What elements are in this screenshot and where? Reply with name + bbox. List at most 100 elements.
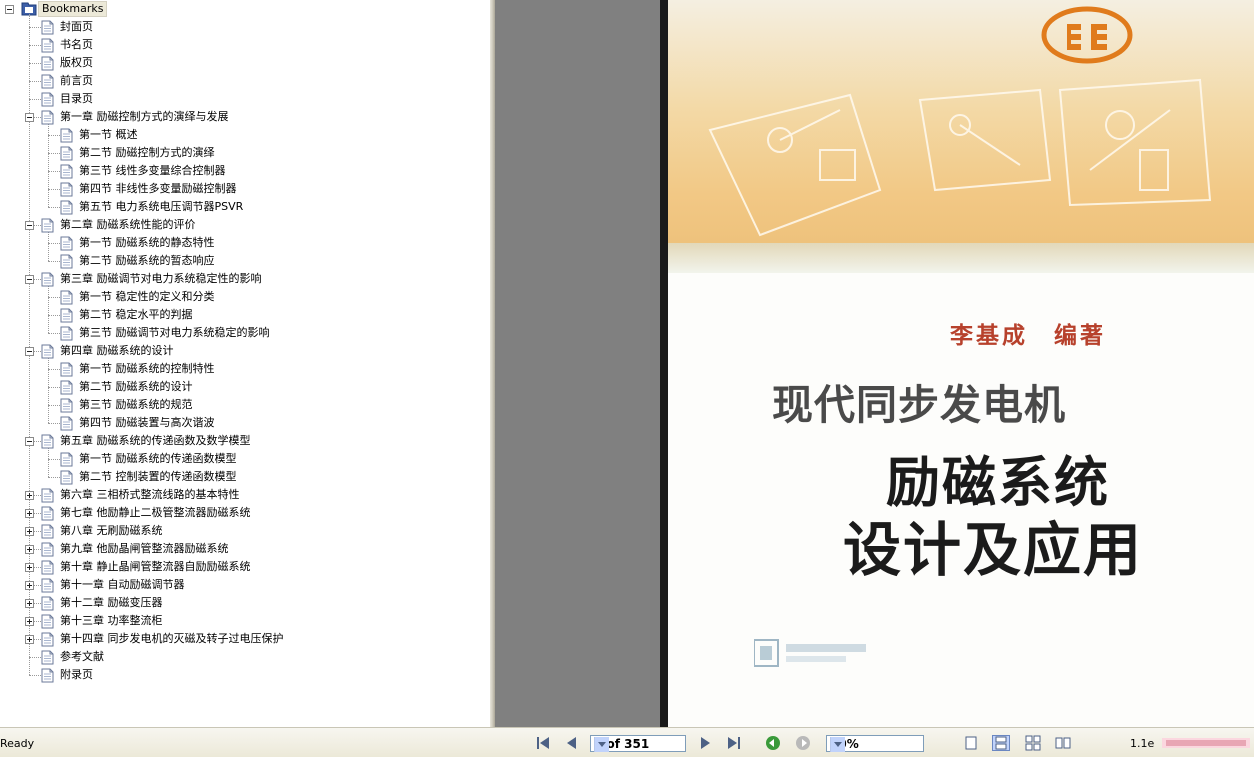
bookmark-label: 第十二章 励磁变压器 (60, 596, 163, 609)
bookmark-item[interactable]: 封面页 (0, 18, 490, 36)
bookmark-item[interactable]: 第九章 他励晶闸管整流器励磁系统 (0, 540, 490, 558)
bookmark-item[interactable]: 第一章 励磁控制方式的演绎与发展 (0, 108, 490, 126)
first-page-icon[interactable] (534, 735, 552, 751)
page-icon (60, 236, 73, 251)
last-page-icon[interactable] (725, 735, 743, 751)
page-icon (60, 326, 73, 341)
bookmark-item[interactable]: 第二节 稳定水平的判据 (0, 306, 490, 324)
bookmark-item[interactable]: 第四节 非线性多变量励磁控制器 (0, 180, 490, 198)
bookmark-item[interactable]: 第十二章 励磁变压器 (0, 594, 490, 612)
bookmark-item[interactable]: 书名页 (0, 36, 490, 54)
bookmarks-root-label: Bookmarks (38, 1, 108, 17)
bookmark-label: 前言页 (60, 74, 93, 87)
collapse-toggle-icon[interactable] (25, 113, 34, 122)
page-icon (41, 668, 54, 683)
bookmark-label: 第四节 非线性多变量励磁控制器 (79, 182, 237, 195)
bookmark-label: 第二节 控制装置的传递函数模型 (79, 470, 237, 483)
page-icon (60, 146, 73, 161)
bookmark-item[interactable]: 版权页 (0, 54, 490, 72)
bookmark-item[interactable]: 第十一章 自动励磁调节器 (0, 576, 490, 594)
continuous-layout-icon[interactable] (992, 735, 1010, 751)
expand-toggle-icon[interactable] (25, 617, 34, 626)
bookmark-item[interactable]: 前言页 (0, 72, 490, 90)
status-right-text: 1.1e (1130, 737, 1155, 750)
bookmark-item[interactable]: 参考文献 (0, 648, 490, 666)
chevron-down-icon[interactable] (830, 737, 845, 752)
bookmark-item[interactable]: 第三章 励磁调节对电力系统稳定性的影响 (0, 270, 490, 288)
expand-toggle-icon[interactable] (25, 545, 34, 554)
bookmark-item[interactable]: 第三节 励磁系统的规范 (0, 396, 490, 414)
bookmark-item[interactable]: 第一节 励磁系统的静态特性 (0, 234, 490, 252)
tree-line (29, 675, 41, 676)
bookmark-label: 第五节 电力系统电压调节器PSVR (79, 200, 244, 213)
page-icon (60, 164, 73, 179)
page-icon (41, 344, 54, 359)
bookmarks-panel[interactable]: Bookmarks 封面页书名页 版权页前言页目录页 第一章 励磁控制方式的演绎与发展… (0, 0, 490, 727)
bookmark-item[interactable]: 第一节 励磁系统的传递函数模型 (0, 450, 490, 468)
chevron-down-icon[interactable] (594, 737, 609, 752)
facing-layout-icon[interactable] (1024, 735, 1042, 751)
page-icon (41, 650, 54, 665)
collapse-toggle-icon[interactable] (25, 347, 34, 356)
bookmarks-icon (21, 1, 37, 16)
bookmark-item[interactable]: 第五章 励磁系统的传递函数及数学模型 (0, 432, 490, 450)
forward-view-icon[interactable] (794, 735, 812, 751)
bookmark-item[interactable]: 第一节 励磁系统的控制特性 (0, 360, 490, 378)
bookmark-item[interactable]: 第一节 稳定性的定义和分类 (0, 288, 490, 306)
collapse-toggle-icon[interactable] (25, 221, 34, 230)
expand-toggle-icon[interactable] (25, 509, 34, 518)
bookmark-item[interactable]: 第八章 无刷励磁系统 (0, 522, 490, 540)
bookmark-item[interactable]: 附录页 (0, 666, 490, 684)
collapse-toggle-icon[interactable] (25, 275, 34, 284)
bookmark-item[interactable]: 目录页 (0, 90, 490, 108)
bookmark-item[interactable]: 第二节 控制装置的传递函数模型 (0, 468, 490, 486)
tree-line (29, 63, 41, 64)
collapse-toggle-icon[interactable] (25, 437, 34, 446)
bookmark-item[interactable]: 第五节 电力系统电压调节器PSVR (0, 198, 490, 216)
expand-toggle-icon[interactable] (25, 581, 34, 590)
bookmark-item[interactable]: 第二节 励磁系统的设计 (0, 378, 490, 396)
bookmark-item[interactable]: 第六章 三相桥式整流线路的基本特性 (0, 486, 490, 504)
bookmark-item[interactable]: 第十章 静止晶闸管整流器自励励磁系统 (0, 558, 490, 576)
bookmark-item[interactable]: 第二节 励磁控制方式的演绎 (0, 144, 490, 162)
expand-toggle-icon[interactable] (25, 635, 34, 644)
two-up-layout-icon[interactable] (1054, 735, 1072, 751)
bookmark-item[interactable]: 第二节 励磁系统的暂态响应 (0, 252, 490, 270)
tree-line (48, 243, 60, 244)
expand-toggle-icon[interactable] (25, 527, 34, 536)
cover-author: 李基成 编著 (950, 322, 1106, 349)
zoom-field[interactable]: 50% (826, 735, 924, 752)
expand-toggle-icon[interactable] (25, 491, 34, 500)
page-icon (41, 596, 54, 611)
bookmark-item[interactable]: 第三节 励磁调节对电力系统稳定的影响 (0, 324, 490, 342)
bookmark-label: 参考文献 (60, 650, 104, 663)
bookmark-item[interactable]: 第四章 励磁系统的设计 (0, 342, 490, 360)
page-icon (41, 614, 54, 629)
bookmark-item[interactable]: 第十三章 功率整流柜 (0, 612, 490, 630)
tree-line (48, 369, 60, 370)
expand-toggle-icon[interactable] (25, 563, 34, 572)
bookmark-item[interactable]: 第三节 线性多变量综合控制器 (0, 162, 490, 180)
bookmark-item[interactable]: 第十四章 同步发电机的灭磁及转子过电压保护 (0, 630, 490, 648)
publisher-mark (754, 639, 866, 667)
bookmark-item[interactable]: 第二章 励磁系统性能的评价 (0, 216, 490, 234)
expand-toggle-icon[interactable] (25, 599, 34, 608)
bookmark-item[interactable]: 第一节 概述 (0, 126, 490, 144)
single-page-layout-icon[interactable] (962, 735, 980, 751)
bookmark-label: 封面页 (60, 20, 93, 33)
page-number-field[interactable]: 1 of 351 (590, 735, 686, 752)
document-view[interactable]: 李基成 编著 现代同步发电机 励磁系统 设计及应用 (495, 0, 1254, 727)
bookmark-item[interactable]: 第四节 励磁装置与高次谐波 (0, 414, 490, 432)
page-icon (41, 56, 54, 71)
publisher-logo (1041, 6, 1133, 64)
bookmark-label: 第十三章 功率整流柜 (60, 614, 163, 627)
bookmark-label: 第四节 励磁装置与高次谐波 (79, 416, 215, 429)
page-icon (41, 110, 54, 125)
bookmark-item[interactable]: 第七章 他励静止二极管整流器励磁系统 (0, 504, 490, 522)
previous-page-icon[interactable] (563, 735, 581, 751)
next-page-icon[interactable] (696, 735, 714, 751)
back-view-icon[interactable] (764, 735, 782, 751)
collapse-toggle-icon[interactable] (5, 5, 14, 14)
tree-line (48, 297, 60, 298)
cover-title-line-3: 设计及应用 (843, 516, 1144, 584)
